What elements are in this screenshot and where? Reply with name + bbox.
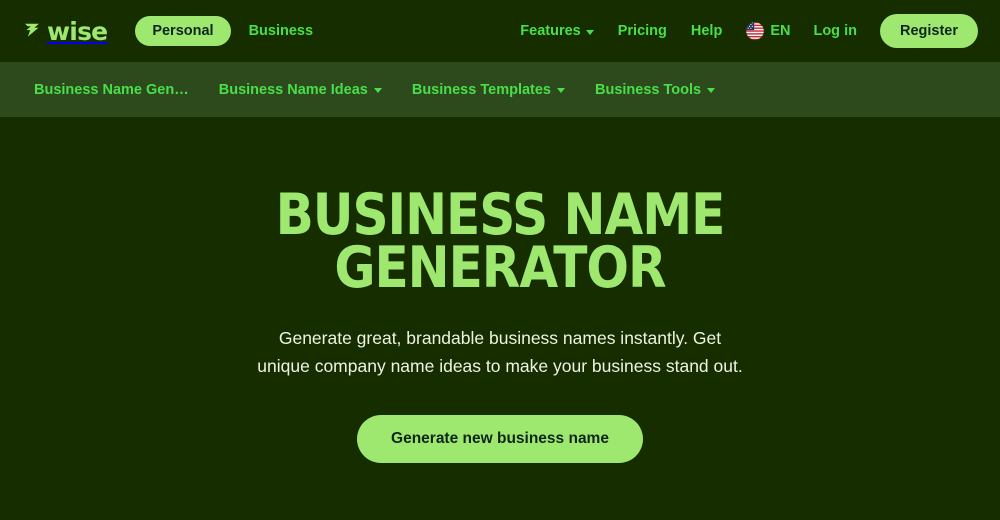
nav-item-features-label: Features xyxy=(520,23,581,39)
chevron-down-icon xyxy=(557,88,565,93)
hero-subtitle: Generate great, brandable business names… xyxy=(257,328,743,376)
audience-switch: Personal Business xyxy=(135,16,327,46)
wise-wordmark: wise xyxy=(47,16,108,46)
generate-business-name-button[interactable]: Generate new business name xyxy=(357,415,643,464)
nav-item-help-label: Help xyxy=(690,23,723,39)
header-nav: Features Pricing Help EN Log in Register xyxy=(509,13,978,49)
register-button[interactable]: Register xyxy=(879,14,978,48)
secondary-nav: Business Name Gen… Business Name Ideas B… xyxy=(0,62,1000,117)
language-switcher[interactable]: EN xyxy=(735,13,800,49)
subnav-item-label: Business Name Ideas xyxy=(218,81,368,98)
language-code-label: EN xyxy=(770,23,791,39)
subnav-item-label: Business Name Gen… xyxy=(34,81,189,98)
wise-arrow-mark-icon xyxy=(24,23,39,37)
subnav-item-label: Business Templates xyxy=(411,81,551,98)
audience-personal-button[interactable]: Personal xyxy=(135,16,231,46)
login-link[interactable]: Log in xyxy=(802,15,868,47)
nav-item-features[interactable]: Features xyxy=(509,15,604,47)
subnav-item-business-name-generator[interactable]: Business Name Gen… xyxy=(22,74,201,106)
chevron-down-icon xyxy=(373,88,382,93)
subnav-item-business-name-ideas[interactable]: Business Name Ideas xyxy=(207,74,394,106)
us-flag-icon xyxy=(745,21,765,41)
nav-item-pricing[interactable]: Pricing xyxy=(607,15,678,47)
audience-business-link[interactable]: Business xyxy=(235,16,327,46)
hero-section: BUSINESS NAME GENERATOR Generate great, … xyxy=(0,117,1000,520)
subnav-item-business-templates[interactable]: Business Templates xyxy=(400,74,577,106)
page-title: BUSINESS NAME GENERATOR xyxy=(276,187,726,297)
nav-item-pricing-label: Pricing xyxy=(617,23,667,39)
chevron-down-icon xyxy=(707,88,716,93)
subnav-item-business-tools[interactable]: Business Tools xyxy=(583,74,727,106)
page-title-line-2: GENERATOR xyxy=(334,235,666,301)
chevron-down-icon xyxy=(585,29,594,35)
top-header: wise Personal Business Features Pricing … xyxy=(0,0,1000,62)
login-label: Log in xyxy=(813,23,857,39)
wise-logo[interactable]: wise xyxy=(22,16,108,46)
nav-item-help[interactable]: Help xyxy=(680,15,733,47)
subnav-item-label: Business Tools xyxy=(595,81,702,98)
